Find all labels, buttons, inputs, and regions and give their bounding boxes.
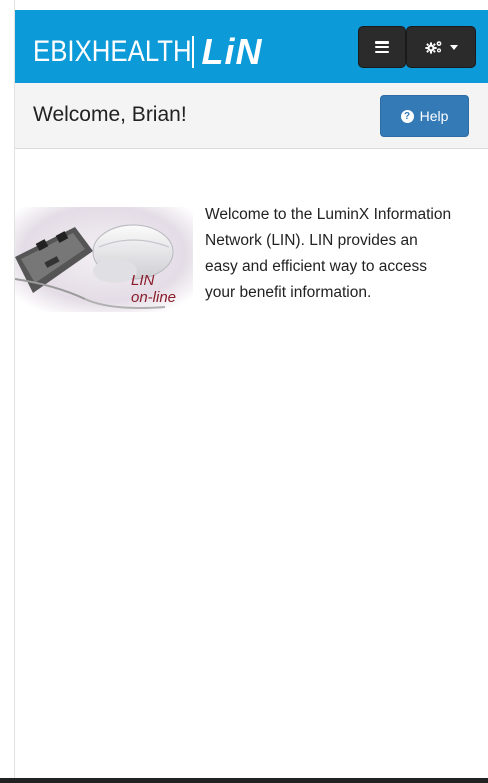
intro-line: Welcome to the LuminX Information	[205, 206, 452, 223]
welcome-title: Welcome, Brian!	[33, 103, 187, 126]
bottom-border	[0, 778, 488, 783]
settings-dropdown-button[interactable]	[406, 26, 476, 68]
intro-paragraph: Welcome to the LuminX Information Networ…	[205, 202, 488, 306]
image-caption-lin: LIN	[131, 272, 155, 289]
intro-line: Network (LIN). LIN provides an	[205, 232, 418, 249]
intro-line: easy and efficient way to access	[205, 258, 428, 275]
app-frame: EBIXHEALTH LiN Welcome, Brian! ? Help LI…	[14, 0, 488, 783]
page-margin	[0, 0, 14, 783]
question-circle-icon: ?	[400, 109, 414, 123]
help-button[interactable]: ? Help	[380, 95, 469, 137]
menu-toggle-button[interactable]	[358, 26, 406, 68]
brand-ebix-text: EBIXHEALTH	[33, 35, 192, 68]
brand-logo[interactable]: EBIXHEALTH LiN	[33, 31, 263, 72]
intro-line: your benefit information.	[205, 284, 372, 301]
image-caption-online: on-line	[131, 289, 176, 306]
help-button-label: Help	[419, 108, 449, 124]
hamburger-icon	[375, 41, 389, 53]
welcome-header: Welcome, Brian! ? Help	[15, 83, 488, 149]
cogs-icon	[424, 41, 441, 54]
lin-online-image: LIN on-line	[15, 207, 193, 312]
brand-lin-text: LiN	[201, 31, 263, 72]
caret-down-icon	[449, 44, 458, 50]
brand-divider	[191, 36, 194, 68]
